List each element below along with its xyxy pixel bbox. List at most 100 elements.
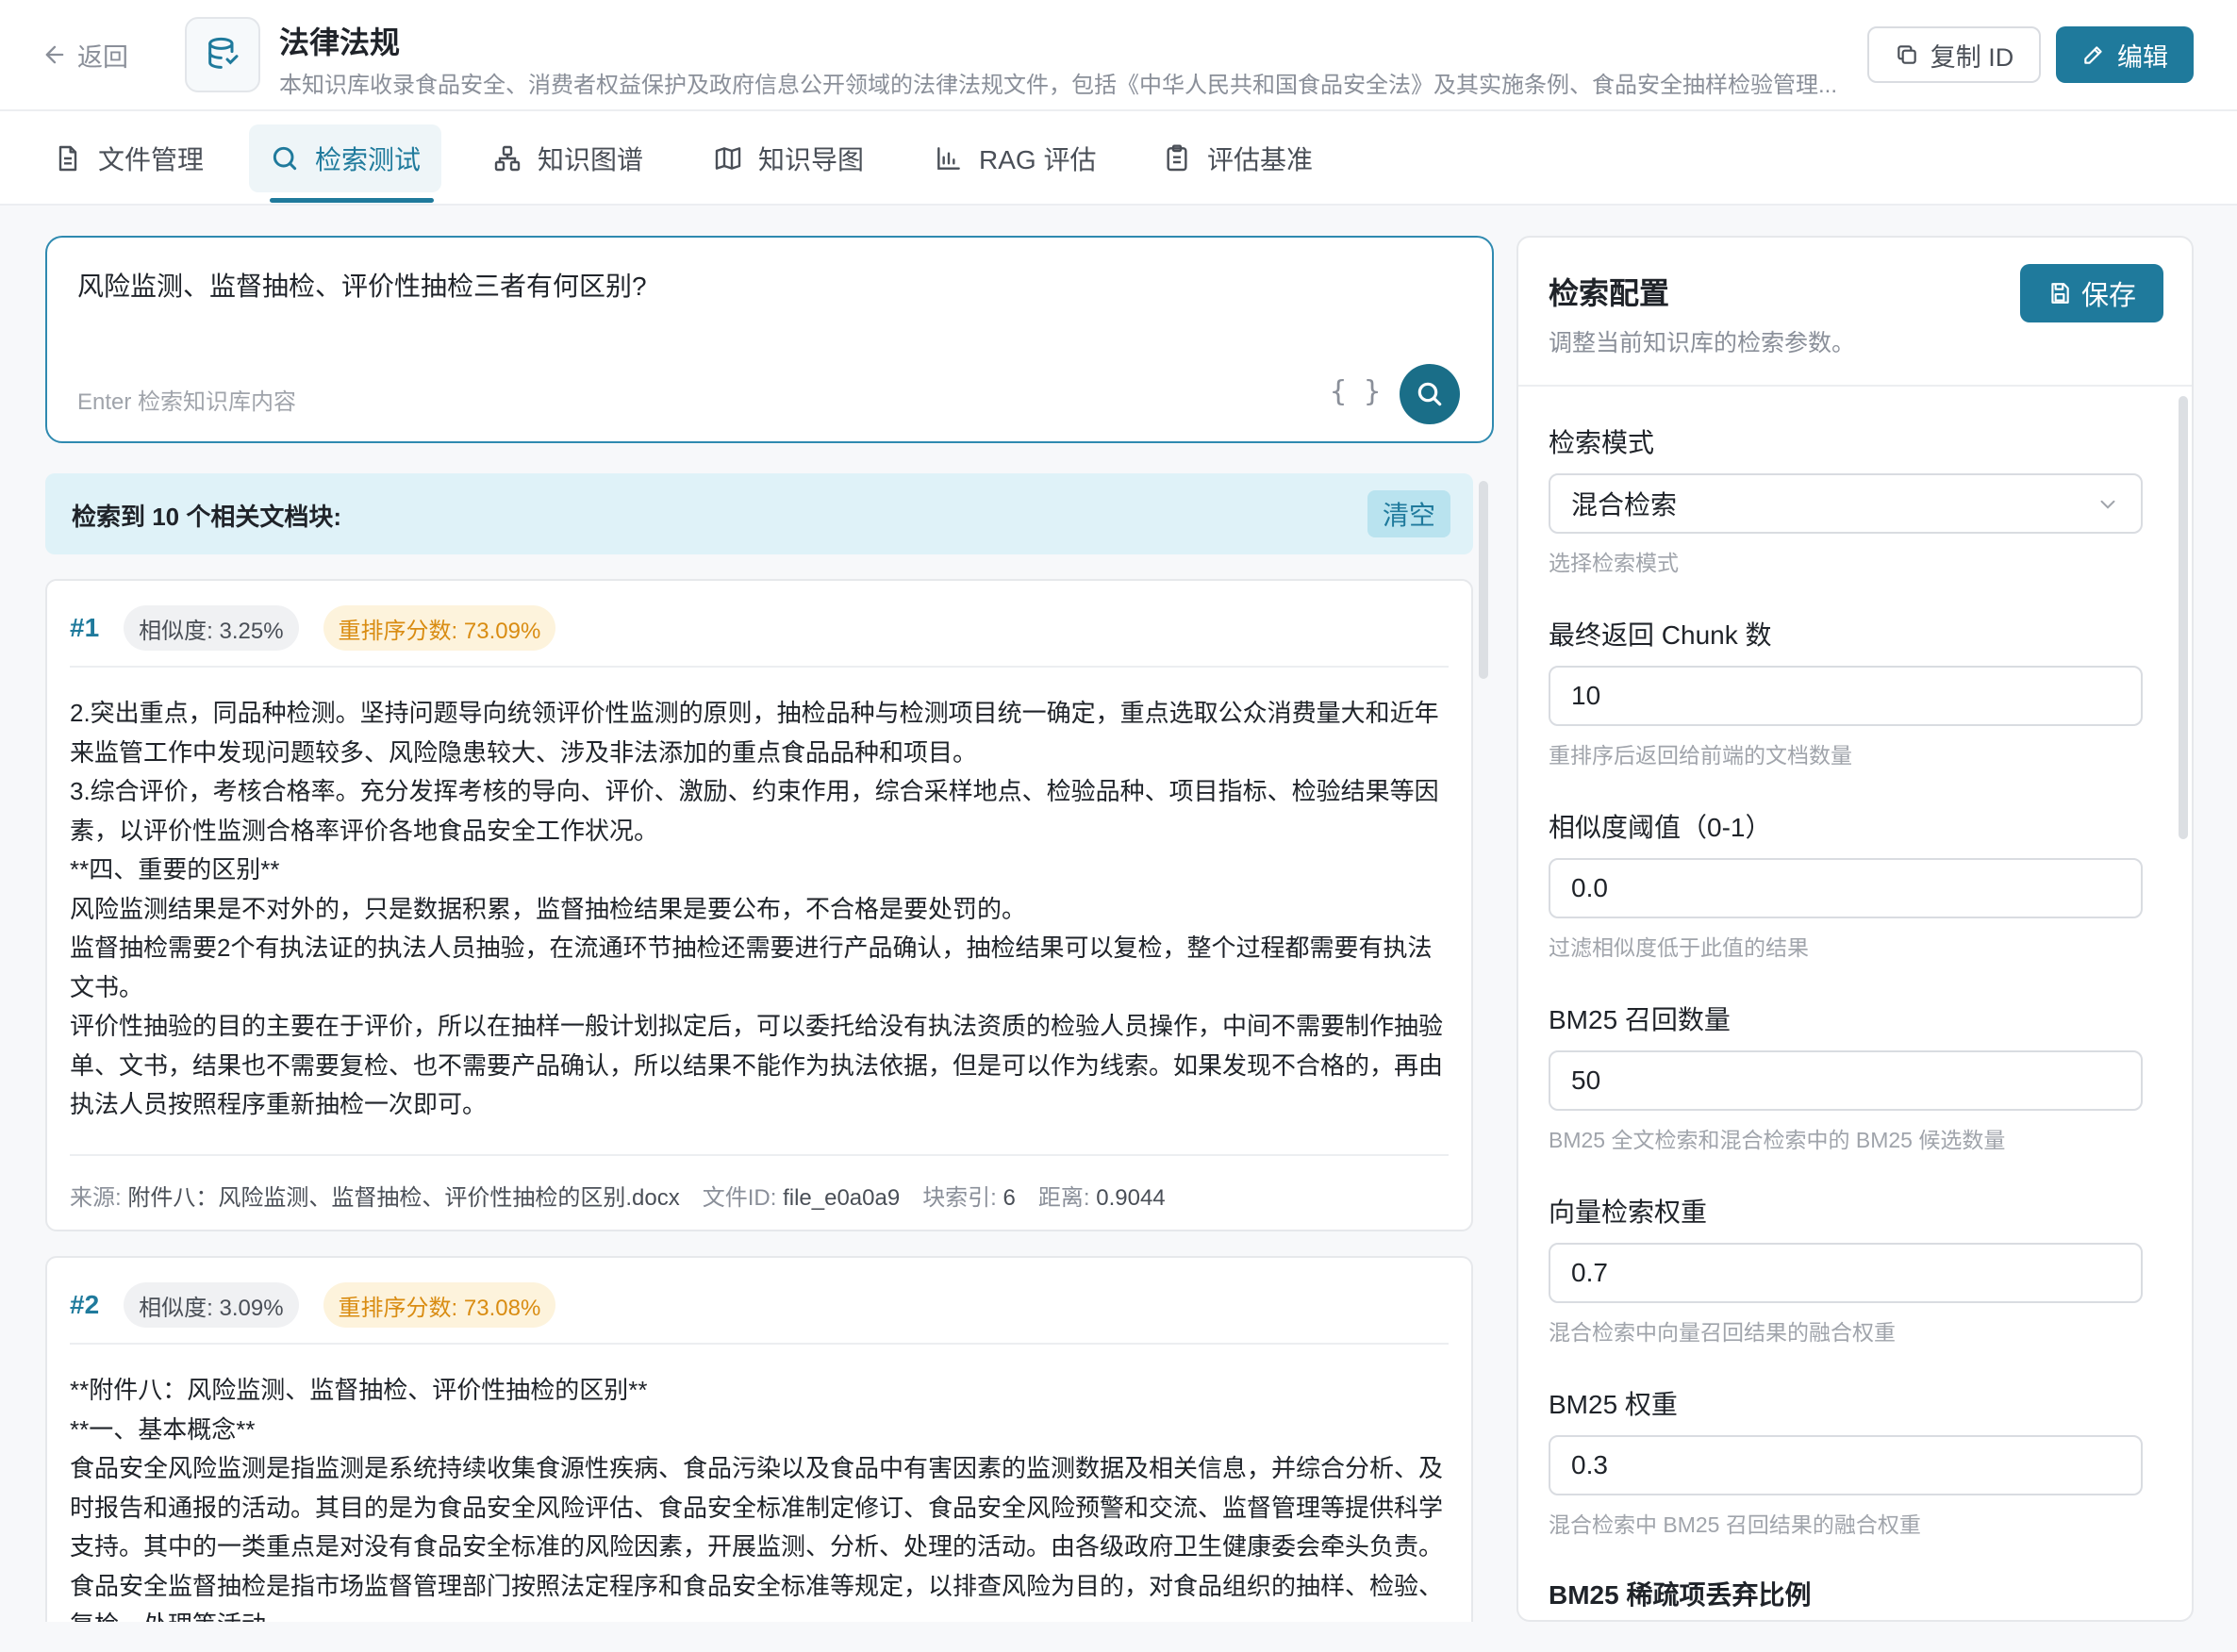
result-content: 2.突出重点，同品种检测。坚持问题导向统领评价性监测的原则，抽检品种与检测项目统… xyxy=(70,694,1456,1125)
source-meta: 来源: 附件八：风险监测、监督抽检、评价性抽检的区别.docx xyxy=(70,1179,680,1212)
result-number: #2 xyxy=(70,1290,100,1319)
tab-label: 检索测试 xyxy=(315,145,422,174)
similarity-threshold-value: 0.0 xyxy=(1571,873,1608,902)
top-k-value: 10 xyxy=(1571,681,1601,710)
query-input[interactable]: 风险监测、监督抽检、评价性抽检三者有何区别? Enter 检索知识库内容 { } xyxy=(45,236,1494,443)
retrieval-mode-select[interactable]: 混合检索 xyxy=(1549,473,2143,534)
rerank-badge: 重排序分数: 73.09% xyxy=(323,605,556,651)
retrieval-config-panel: 检索配置 调整当前知识库的检索参数。 保存 检索模式 混合检索 选择检索模式 最… xyxy=(1516,236,2194,1622)
query-placeholder: Enter 检索知识库内容 xyxy=(77,389,297,415)
edit-button[interactable]: 编辑 xyxy=(2056,26,2194,83)
config-scrollbar[interactable] xyxy=(2179,396,2188,839)
copy-id-label: 复制 ID xyxy=(1930,42,2014,72)
bm25-recall-label: BM25 召回数量 xyxy=(1549,1005,1731,1034)
results-count: 检索到 10 个相关文档块: xyxy=(72,503,342,531)
tab-knowledge-graph[interactable]: 知识图谱 xyxy=(472,124,664,192)
file-id-meta: 文件ID: file_e0a0a9 xyxy=(703,1179,900,1212)
content-line: **附件八：风险监测、监督抽检、评价性抽检的区别** xyxy=(70,1376,648,1404)
content-line: 评价性抽验的目的主要在于评价，所以在抽样一般计划拟定后，可以委托给没有执法资质的… xyxy=(70,1012,1444,1118)
top-bar: 返回 法律法规 本知识库收录食品安全、消费者权益保护及政府信息公开领域的法律法规… xyxy=(0,0,2237,111)
query-text[interactable]: 风险监测、监督抽检、评价性抽检三者有何区别? xyxy=(77,266,647,304)
search-icon xyxy=(273,146,297,171)
page-title: 法律法规 xyxy=(279,25,401,59)
pencil-icon xyxy=(2084,46,2102,64)
bm25-recall-value: 50 xyxy=(1571,1066,1601,1095)
retrieval-mode-label: 检索模式 xyxy=(1549,428,1655,457)
content-line: 食品安全监督抽检是指市场监督管理部门按照法定程序和食品安全标准等规定，以排查风险… xyxy=(70,1571,1444,1623)
save-label: 保存 xyxy=(2080,281,2136,311)
vector-weight-value: 0.7 xyxy=(1571,1258,1608,1287)
retrieval-mode-value: 混合检索 xyxy=(1571,490,1678,520)
search-button[interactable] xyxy=(1400,364,1460,424)
content-line: 风险监测结果是不对外的，只是数据积累，监督抽检结果是要公布，不合格是要处罚的。 xyxy=(70,894,1027,923)
divider xyxy=(70,666,1449,668)
divider xyxy=(70,1154,1449,1156)
vector-weight-label: 向量检索权重 xyxy=(1549,1198,1708,1227)
similarity-badge: 相似度: 3.25% xyxy=(124,605,299,651)
chunk-meta: 块索引: 6 xyxy=(922,1179,1016,1212)
back-label: 返回 xyxy=(77,42,128,72)
similarity-badge: 相似度: 3.09% xyxy=(124,1282,299,1328)
results-scrollbar[interactable] xyxy=(1479,481,1488,679)
tab-file-management[interactable]: 文件管理 xyxy=(32,124,224,192)
kb-description: 本知识库收录食品安全、消费者权益保护及政府信息公开领域的法律法规文件，包括《中华… xyxy=(279,73,1837,98)
top-k-label: 最终返回 Chunk 数 xyxy=(1549,620,1772,650)
database-icon xyxy=(185,17,260,92)
bm25-sparse-drop-label: BM25 稀疏项丢弃比例 xyxy=(1549,1580,1812,1610)
distance-label: 距离: xyxy=(1037,1185,1090,1211)
chunk-value: 6 xyxy=(1003,1185,1016,1211)
bm25-recall-hint: BM25 全文检索和混合检索中的 BM25 候选数量 xyxy=(1549,1128,2006,1152)
source-label: 来源: xyxy=(70,1185,122,1211)
distance-meta: 距离: 0.9044 xyxy=(1038,1179,1166,1212)
bm25-recall-input[interactable]: 50 xyxy=(1549,1050,2143,1111)
bm25-weight-input[interactable]: 0.3 xyxy=(1549,1435,2143,1495)
similarity-threshold-label: 相似度阈值（0-1） xyxy=(1549,813,1772,842)
config-subtitle: 调整当前知识库的检索参数。 xyxy=(1549,330,1856,356)
top-k-hint: 重排序后返回给前端的文档数量 xyxy=(1549,743,1852,768)
similarity-threshold-input[interactable]: 0.0 xyxy=(1549,858,2143,918)
content-line: 食品安全风险监测是指监测是系统持续收集食源性疾病、食品污染以及食品中有害因素的监… xyxy=(70,1454,1444,1561)
braces-icon[interactable]: { } xyxy=(1330,375,1381,408)
tab-retrieval-test[interactable]: 检索测试 xyxy=(249,124,442,192)
back-button[interactable]: 返回 xyxy=(41,34,128,75)
search-icon xyxy=(1417,382,1442,406)
tab-bar: 文件管理 检索测试 知识图谱 知识导图 RAG 评估 评估基准 xyxy=(0,111,2237,206)
arrow-left-icon xyxy=(45,45,64,64)
content-line: **一、基本概念** xyxy=(70,1414,256,1444)
tab-label: RAG 评估 xyxy=(979,145,1097,174)
tab-mind-map[interactable]: 知识导图 xyxy=(692,124,885,192)
chevron-down-icon xyxy=(2100,500,2115,509)
tab-label: 知识图谱 xyxy=(538,145,644,174)
save-icon xyxy=(2051,283,2069,304)
card-header: #1 相似度: 3.25% 重排序分数: 73.09% xyxy=(70,605,556,651)
file-id-value: file_e0a0a9 xyxy=(783,1185,901,1211)
top-k-input[interactable]: 10 xyxy=(1549,666,2143,726)
vector-weight-hint: 混合检索中向量召回结果的融合权重 xyxy=(1549,1320,1896,1345)
config-title: 检索配置 xyxy=(1549,276,1670,310)
content-line: 3.综合评价，考核合格率。充分发挥考核的导向、评价、激励、约束作用，综合采样地点… xyxy=(70,777,1439,845)
clear-button[interactable]: 清空 xyxy=(1367,490,1450,537)
bm25-weight-value: 0.3 xyxy=(1571,1450,1608,1479)
bm25-weight-hint: 混合检索中 BM25 召回结果的融合权重 xyxy=(1549,1512,1921,1537)
tab-eval-benchmark[interactable]: 评估基准 xyxy=(1141,124,1334,192)
rerank-badge: 重排序分数: 73.08% xyxy=(323,1282,556,1328)
bar-chart-icon xyxy=(937,147,960,170)
vector-weight-input[interactable]: 0.7 xyxy=(1549,1243,2143,1303)
chunk-label: 块索引: xyxy=(922,1185,997,1211)
divider xyxy=(70,1343,1449,1345)
copy-id-button[interactable]: 复制 ID xyxy=(1867,26,2041,83)
save-button[interactable]: 保存 xyxy=(2020,264,2163,322)
distance-value: 0.9044 xyxy=(1096,1185,1166,1211)
result-card: #2 相似度: 3.09% 重排序分数: 73.08% **附件八：风险监测、监… xyxy=(45,1256,1473,1622)
similarity-threshold-hint: 过滤相似度低于此值的结果 xyxy=(1549,935,1809,960)
document-icon xyxy=(58,145,77,172)
result-number: #1 xyxy=(70,613,100,642)
content-line: **四、重要的区别** xyxy=(70,855,280,884)
card-header: #2 相似度: 3.09% 重排序分数: 73.08% xyxy=(70,1282,556,1328)
bm25-weight-label: BM25 权重 xyxy=(1549,1390,1678,1419)
tab-rag-eval[interactable]: RAG 评估 xyxy=(913,124,1117,192)
graph-icon xyxy=(494,145,521,172)
tab-label: 知识导图 xyxy=(758,145,865,174)
content-line: 2.突出重点，同品种检测。坚持问题导向统领评价性监测的原则，抽检品种与检测项目统… xyxy=(70,699,1439,767)
result-card: #1 相似度: 3.25% 重排序分数: 73.09% 2.突出重点，同品种检测… xyxy=(45,579,1473,1231)
